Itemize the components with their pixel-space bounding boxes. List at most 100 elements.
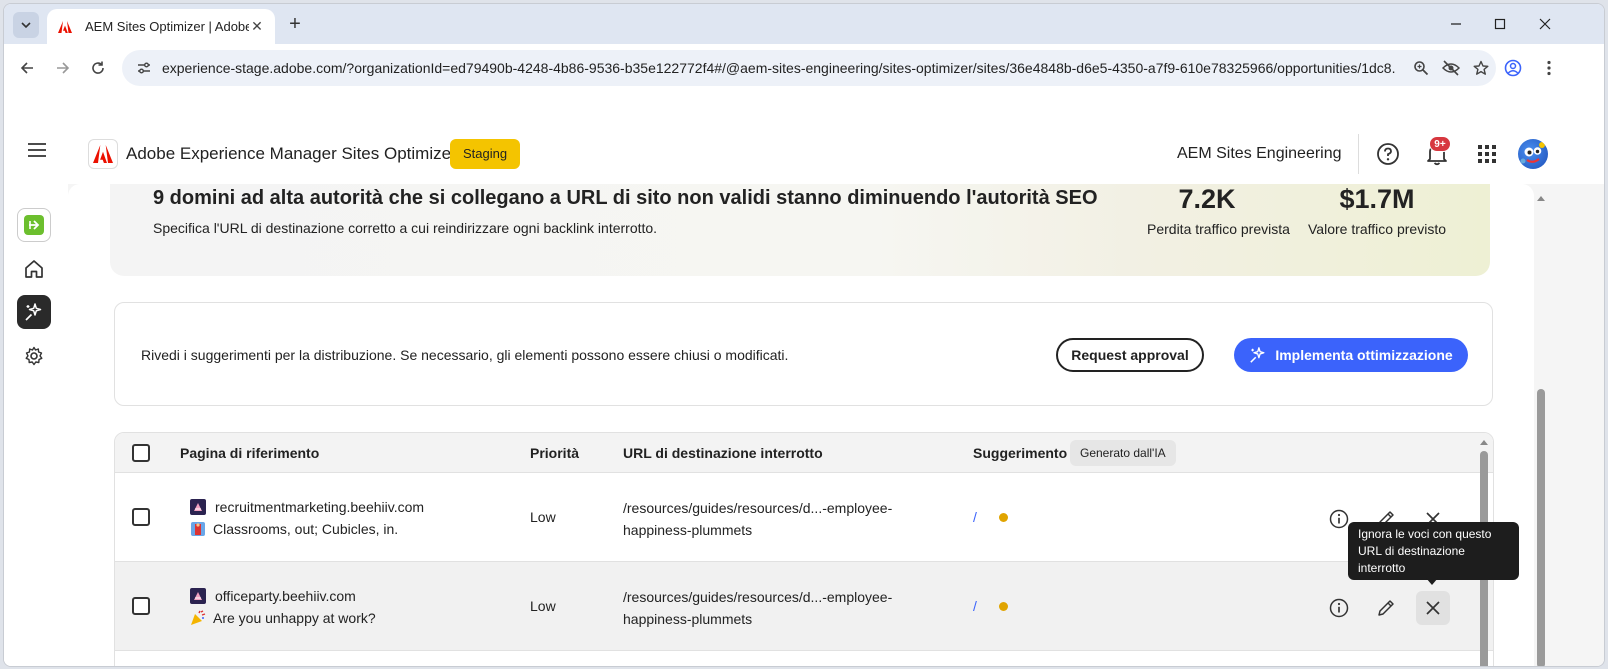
zoom-icon[interactable] xyxy=(1406,54,1436,82)
referring-site[interactable]: officeparty.beehiiv.com xyxy=(189,587,356,605)
maximize-button[interactable] xyxy=(1489,13,1511,35)
select-all-checkbox[interactable] xyxy=(132,444,150,462)
nav-opportunities[interactable] xyxy=(17,295,51,329)
apps-grid-icon[interactable] xyxy=(1474,141,1500,167)
tab-search-button[interactable] xyxy=(13,12,39,38)
deploy-optimization-button[interactable]: Implementa ottimizzazione xyxy=(1234,338,1468,372)
home-icon xyxy=(25,260,43,278)
forward-button[interactable] xyxy=(51,56,75,80)
status-dot xyxy=(999,602,1008,611)
deploy-label: Implementa ottimizzazione xyxy=(1275,347,1453,363)
tab-strip: AEM Sites Optimizer | Adobe Ex ✕ + xyxy=(4,4,1604,44)
priority-value: Low xyxy=(530,509,556,525)
nav-home[interactable] xyxy=(17,252,51,286)
row-checkbox[interactable] xyxy=(132,508,150,526)
page-emoji-icon xyxy=(189,520,207,538)
avatar[interactable] xyxy=(1518,139,1548,169)
adobe-logo-icon[interactable] xyxy=(88,139,118,169)
url-text[interactable]: experience-stage.adobe.com/?organization… xyxy=(162,60,1396,76)
table-row[interactable]: officeparty.beehiiv.com Are you unhappy … xyxy=(115,562,1493,651)
notification-badge: 9+ xyxy=(1429,136,1451,152)
arrow-right-icon xyxy=(57,62,70,74)
browser-tab[interactable]: AEM Sites Optimizer | Adobe Ex ✕ xyxy=(47,9,275,44)
nav-settings[interactable] xyxy=(17,339,51,373)
omnibox[interactable]: experience-stage.adobe.com/?organization… xyxy=(122,50,1496,86)
left-nav xyxy=(4,184,68,666)
info-button[interactable] xyxy=(1322,591,1356,625)
opportunity-hero: 9 domini ad alta autorità che si collega… xyxy=(110,184,1490,276)
dismiss-button[interactable] xyxy=(1416,591,1450,625)
edit-button[interactable] xyxy=(1369,591,1403,625)
pencil-icon xyxy=(1378,600,1394,616)
opportunity-description: Specifica l'URL di destinazione corretto… xyxy=(153,220,658,236)
help-icon[interactable] xyxy=(1375,141,1401,167)
referring-site-domain: officeparty.beehiiv.com xyxy=(215,588,356,604)
status-dot xyxy=(999,513,1008,522)
request-approval-button[interactable]: Request approval xyxy=(1056,338,1204,372)
priority-value: Low xyxy=(530,598,556,614)
minimize-icon xyxy=(1451,23,1461,25)
metric-label: Perdita traffico prevista xyxy=(1147,221,1290,237)
reload-button[interactable] xyxy=(86,56,110,80)
header-suggestion[interactable]: Suggerimento xyxy=(973,445,1067,461)
address-bar: experience-stage.adobe.com/?organization… xyxy=(4,44,1604,92)
minimize-button[interactable] xyxy=(1445,13,1467,35)
suggested-url[interactable]: / xyxy=(973,509,977,525)
adobe-favicon-icon xyxy=(57,19,73,35)
hamburger-menu-icon[interactable] xyxy=(27,141,51,165)
tab-close-icon[interactable]: ✕ xyxy=(249,18,265,35)
metric-value: 7.2K xyxy=(1178,184,1236,214)
star-icon[interactable] xyxy=(1466,54,1496,82)
referring-site[interactable]: recruitmentmarketing.beehiiv.com xyxy=(189,498,424,516)
metric-label: Valore traffico previsto xyxy=(1308,221,1446,237)
site-info-icon[interactable] xyxy=(130,54,158,82)
beehiiv-favicon-icon xyxy=(189,587,207,605)
eye-off-icon[interactable] xyxy=(1436,54,1466,82)
nav-sites-optimizer[interactable] xyxy=(17,208,51,242)
org-switcher[interactable]: AEM Sites Engineering xyxy=(1177,145,1342,163)
app-header: Adobe Experience Manager Sites Optimizer… xyxy=(4,122,1604,184)
profile-button[interactable] xyxy=(1501,56,1525,80)
close-window-button[interactable] xyxy=(1534,13,1556,35)
suggested-url[interactable]: / xyxy=(973,598,977,614)
table-row[interactable]: recruitmentmarketing.beehiiv.com Classro… xyxy=(115,473,1493,562)
chevron-down-icon xyxy=(21,22,31,29)
header-divider xyxy=(1358,134,1359,174)
metric-traffic-value: $1.7M Valore traffico previsto xyxy=(1307,184,1447,237)
table-scroll-up-icon[interactable] xyxy=(1478,434,1490,452)
broken-url-line: /resources/guides/resources/d...-employe… xyxy=(623,500,893,516)
header-priority[interactable]: Priorità xyxy=(530,445,579,461)
beehiiv-favicon-icon xyxy=(189,498,207,516)
review-banner: Rivedi i suggerimenti per la distribuzio… xyxy=(114,302,1493,406)
more-vertical-icon xyxy=(1547,60,1551,76)
header-broken-url[interactable]: URL di destinazione interrotto xyxy=(623,445,823,461)
environment-badge: Staging xyxy=(450,139,521,169)
header-referring-page[interactable]: Pagina di riferimento xyxy=(180,445,319,461)
info-icon xyxy=(1329,598,1349,618)
browser-menu-button[interactable] xyxy=(1537,56,1561,80)
opportunity-panel: 9 domini ad alta autorità che si collega… xyxy=(68,184,1534,666)
close-icon xyxy=(1426,601,1440,615)
table-header: Pagina di riferimento Priorità URL di de… xyxy=(115,433,1493,473)
scroll-up-arrow-icon xyxy=(1537,196,1545,201)
back-button[interactable] xyxy=(15,56,39,80)
tab-title: AEM Sites Optimizer | Adobe Ex xyxy=(85,19,249,34)
new-tab-button[interactable]: + xyxy=(283,12,307,36)
row-checkbox[interactable] xyxy=(132,597,150,615)
sites-optimizer-logo-icon xyxy=(24,215,44,235)
close-icon xyxy=(1539,18,1551,30)
suggestions-table: Pagina di riferimento Priorità URL di de… xyxy=(114,432,1494,666)
arrow-left-icon xyxy=(20,62,33,74)
review-text: Rivedi i suggerimenti per la distribuzio… xyxy=(141,347,789,363)
broken-url-line: happiness-plummets xyxy=(623,611,753,627)
gear-icon xyxy=(25,346,43,366)
referring-page-title: Are you unhappy at work? xyxy=(189,609,376,627)
party-popper-icon xyxy=(189,609,207,627)
page-scrollbar-thumb[interactable] xyxy=(1537,389,1545,666)
info-icon xyxy=(1329,509,1349,529)
page-title-text: Are you unhappy at work? xyxy=(213,610,376,626)
app-title: Adobe Experience Manager Sites Optimizer xyxy=(126,144,457,163)
sparkle-icon xyxy=(25,303,42,321)
broken-url-line: /resources/guides/resources/d...-employe… xyxy=(623,589,893,605)
browser-window: AEM Sites Optimizer | Adobe Ex ✕ + expe xyxy=(3,3,1605,667)
